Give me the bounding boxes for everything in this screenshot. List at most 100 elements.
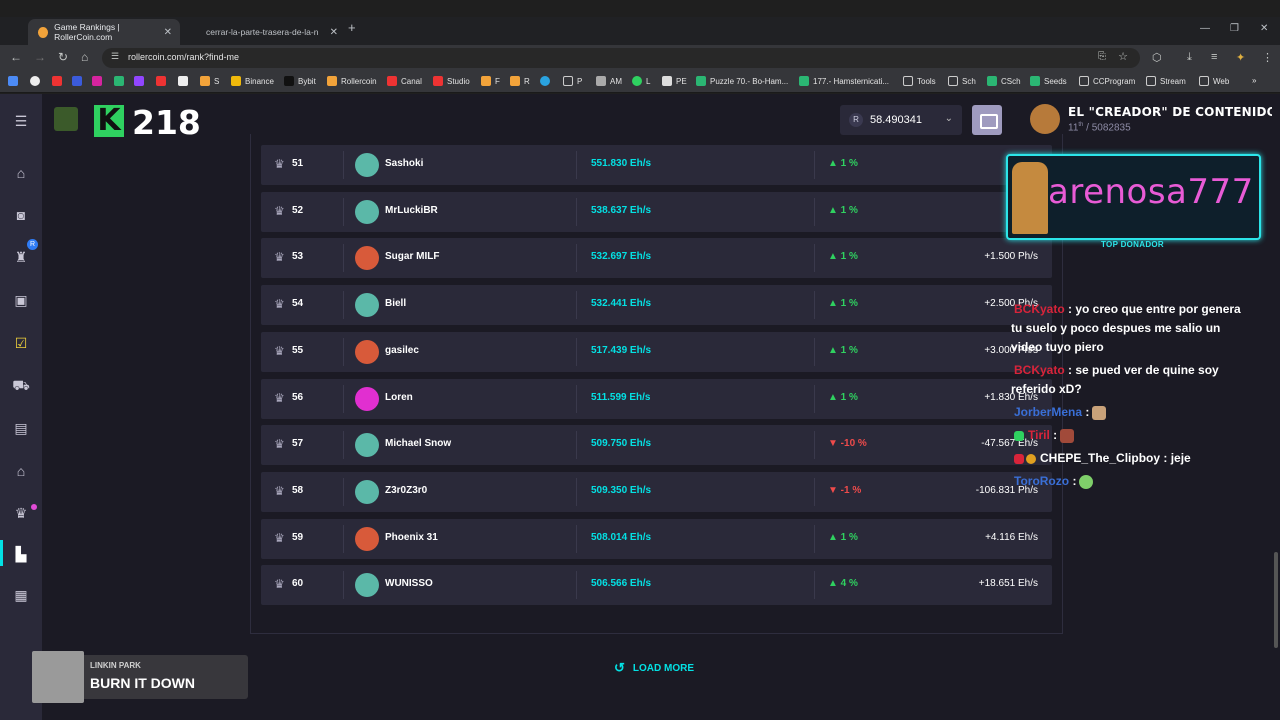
bookmark-icon[interactable] bbox=[156, 76, 170, 86]
bookmark-hamster[interactable]: 177.- Hamsternicati... bbox=[799, 76, 889, 86]
site-info-icon[interactable]: ☰ bbox=[111, 51, 119, 62]
maximize-icon[interactable]: ❐ bbox=[1230, 23, 1239, 34]
change-percent: ▲ 1 % bbox=[828, 251, 858, 263]
url-input[interactable]: ☰ rollercoin.com/rank?find-me ⎘ ☆ bbox=[102, 48, 1140, 68]
hash-power: 511.599 Eh/s bbox=[591, 391, 651, 403]
bookmark-am[interactable]: AM bbox=[596, 76, 622, 86]
bookmark-binance[interactable]: Binance bbox=[231, 76, 274, 86]
bookmark-f[interactable]: F bbox=[481, 76, 500, 86]
rankings-icon[interactable]: ▙ bbox=[12, 545, 30, 563]
user-name[interactable]: Biell bbox=[385, 298, 406, 309]
rewards-icon[interactable]: ♜ bbox=[12, 248, 30, 266]
extensions-icon[interactable]: ⬡ bbox=[1152, 51, 1162, 64]
bookmark-puzzle[interactable]: Puzzle 70.- Bo-Ham... bbox=[696, 76, 788, 86]
wallet-button[interactable] bbox=[972, 105, 1002, 135]
user-name[interactable]: Z3r0Z3r0 bbox=[385, 485, 427, 496]
load-more-button[interactable]: ↺ LOAD MORE bbox=[614, 660, 694, 676]
divider bbox=[814, 291, 815, 320]
bookmark-icon[interactable] bbox=[92, 76, 106, 86]
bookmark-s[interactable]: S bbox=[200, 76, 219, 86]
bookmark-canal[interactable]: Canal bbox=[387, 76, 422, 86]
bookmark-icon[interactable] bbox=[178, 76, 192, 86]
bookmark-icon[interactable] bbox=[114, 76, 128, 86]
user-avatar bbox=[355, 199, 379, 224]
balance-selector[interactable]: R 58.490341 ⌄ bbox=[840, 105, 962, 135]
bookmark-csch[interactable]: CSch bbox=[987, 76, 1021, 86]
rlt-currency-icon: R bbox=[849, 113, 863, 127]
scrollbar-thumb[interactable] bbox=[1274, 552, 1278, 648]
bookmark-seeds[interactable]: Seeds bbox=[1030, 76, 1067, 86]
bookmark-web[interactable]: Web bbox=[1199, 76, 1229, 86]
marketplace-icon[interactable]: ▣ bbox=[12, 291, 30, 309]
trophy-icon: ♛ bbox=[274, 297, 285, 312]
user-name[interactable]: WUNISSO bbox=[385, 578, 433, 589]
bookmark-studio[interactable]: Studio bbox=[433, 76, 470, 86]
divider bbox=[814, 151, 815, 179]
bookmark-telegram-icon[interactable] bbox=[540, 76, 554, 86]
bookmark-icon[interactable] bbox=[30, 76, 44, 86]
more-bookmarks-icon[interactable]: » bbox=[1252, 76, 1256, 85]
reload-icon[interactable]: ↻ bbox=[58, 50, 68, 64]
user-avatar bbox=[355, 153, 379, 177]
menu-icon[interactable]: ⋮ bbox=[1262, 51, 1273, 64]
news-icon[interactable]: ▦ bbox=[12, 586, 30, 604]
home-icon[interactable]: ⌂ bbox=[12, 164, 30, 182]
menu-hamburger-icon[interactable]: ☰ bbox=[12, 112, 30, 130]
tab-game-rankings[interactable]: Game Rankings | RollerCoin.com ✕ bbox=[28, 19, 180, 45]
user-name[interactable]: MrLuckiBR bbox=[385, 205, 438, 216]
bookmark-icon[interactable] bbox=[52, 76, 66, 86]
divider bbox=[576, 337, 577, 366]
user-name[interactable]: Phoenix 31 bbox=[385, 532, 438, 543]
artist-name: LINKIN PARK bbox=[90, 661, 141, 670]
bookmark-stream[interactable]: Stream bbox=[1146, 76, 1186, 86]
tab-cerrar[interactable]: cerrar-la-parte-trasera-de-la-n ✕ bbox=[196, 19, 346, 45]
hash-power: 538.637 Eh/s bbox=[591, 204, 652, 216]
bookmark-l[interactable]: L bbox=[632, 76, 650, 86]
extension-icon[interactable]: ✦ bbox=[1236, 51, 1245, 64]
avatar[interactable] bbox=[1030, 104, 1060, 134]
tasks-icon[interactable]: ☑ bbox=[12, 334, 30, 352]
gamepad-icon[interactable]: ◙ bbox=[12, 206, 30, 224]
close-window-icon[interactable]: ✕ bbox=[1260, 23, 1268, 34]
minimize-icon[interactable]: — bbox=[1200, 23, 1210, 34]
download-icon[interactable]: ⤓ bbox=[1187, 51, 1192, 64]
forward-icon[interactable]: → bbox=[34, 50, 46, 64]
user-name[interactable]: Sugar MILF bbox=[385, 251, 439, 262]
bookmark-r[interactable]: R bbox=[510, 76, 530, 86]
install-icon[interactable]: ⎘ bbox=[1098, 51, 1106, 62]
divider bbox=[814, 431, 815, 460]
divider bbox=[343, 477, 344, 506]
trophy-icon: ♛ bbox=[274, 343, 285, 358]
bookmark-tools[interactable]: Tools bbox=[903, 76, 936, 86]
bookmark-ccprogram[interactable]: CCProgram bbox=[1079, 76, 1135, 86]
trophy-icon[interactable]: ♛ bbox=[12, 504, 30, 522]
scrollbar[interactable] bbox=[1272, 94, 1280, 720]
mascot-icon[interactable] bbox=[54, 107, 78, 131]
user-name[interactable]: Loren bbox=[385, 392, 413, 403]
bookmark-rollercoin[interactable]: Rollercoin bbox=[327, 76, 377, 86]
bookmark-sch[interactable]: Sch bbox=[948, 76, 976, 86]
bookmark-folder-p[interactable]: P bbox=[563, 76, 582, 86]
new-tab-icon[interactable]: + bbox=[348, 20, 356, 35]
bookmark-bybit[interactable]: Bybit bbox=[284, 76, 316, 86]
close-tab-icon[interactable]: ✕ bbox=[164, 27, 172, 38]
divider bbox=[576, 244, 577, 273]
bank-icon[interactable]: ⌂ bbox=[12, 462, 30, 480]
media-icon[interactable]: ≡ bbox=[1211, 51, 1217, 63]
trophy-icon: ♛ bbox=[274, 390, 285, 405]
bookmark-icon[interactable] bbox=[72, 76, 86, 86]
store-icon[interactable]: ▤ bbox=[12, 419, 30, 437]
cart-icon[interactable]: ⛟ bbox=[12, 377, 30, 395]
bookmark-star-icon[interactable]: ☆ bbox=[1118, 50, 1128, 63]
user-name[interactable]: Sashoki bbox=[385, 158, 423, 169]
bookmark-apps-icon[interactable] bbox=[8, 76, 22, 86]
home-icon[interactable]: ⌂ bbox=[81, 50, 88, 64]
user-name[interactable]: gasilec bbox=[385, 345, 419, 356]
bookmark-icon[interactable] bbox=[134, 76, 148, 86]
hash-power: 532.697 Eh/s bbox=[591, 251, 652, 263]
bookmark-pe[interactable]: PE bbox=[662, 76, 687, 86]
user-name[interactable]: Michael Snow bbox=[385, 438, 451, 449]
profile-name[interactable]: EL "CREADOR" DE CONTENIDO bbox=[1068, 105, 1277, 119]
close-tab-icon[interactable]: ✕ bbox=[330, 27, 338, 38]
back-icon[interactable]: ← bbox=[10, 50, 22, 64]
